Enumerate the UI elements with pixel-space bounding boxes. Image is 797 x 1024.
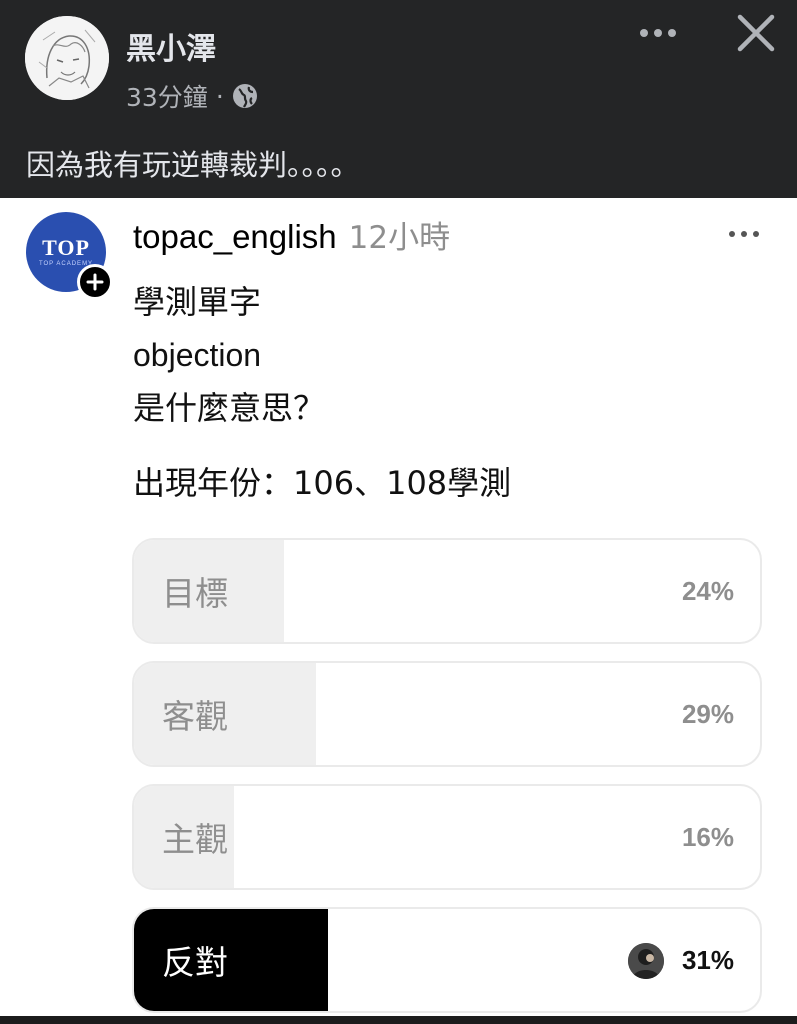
post-meta: 33分鐘 · (126, 80, 258, 112)
post-author-name[interactable]: 黑小澤 (126, 24, 216, 68)
author-avatar[interactable] (25, 16, 109, 100)
account-username[interactable]: topac_english (133, 218, 337, 256)
voter-avatar (628, 943, 664, 979)
more-options-icon[interactable] (636, 18, 680, 48)
poll-option-percent: 24% (681, 575, 734, 606)
post-time: 12小時 (348, 220, 451, 256)
poll-option-percent: 31% (681, 944, 734, 975)
caption-line: objection (133, 337, 262, 373)
close-icon[interactable] (735, 12, 777, 54)
post-header: topac_english 12小時 (133, 212, 450, 256)
poll-option[interactable]: 反對 31% (132, 907, 762, 1013)
post-time[interactable]: 33分鐘 (126, 78, 208, 114)
poll-option-label: 主觀 (162, 820, 228, 859)
poll-option[interactable]: 目標 24% (132, 538, 762, 644)
poll-option-label: 反對 (162, 943, 228, 982)
poll-option[interactable]: 客觀 29% (132, 661, 762, 767)
post-caption: 學測單字 objection 是什麼意思？ (133, 276, 325, 435)
plus-icon (86, 273, 104, 291)
poll-option-label: 目標 (162, 574, 228, 613)
bottom-edge-bar (0, 1016, 797, 1024)
facebook-post-header: 黑小澤 33分鐘 · 因為我有玩逆轉裁判。。。。 (0, 0, 797, 198)
poll-option-percent: 29% (681, 698, 734, 729)
user-photo-icon (628, 943, 664, 979)
meta-separator: · (215, 81, 224, 111)
post-more-icon[interactable] (722, 224, 766, 244)
appearance-years: 出現年份：106、108學測 (133, 464, 512, 502)
poll-option-percent: 16% (681, 821, 734, 852)
poll-option-label: 客觀 (162, 697, 228, 736)
globe-icon (232, 84, 257, 108)
sketch-avatar-icon (25, 16, 109, 100)
poll-option[interactable]: 主觀 16% (132, 784, 762, 890)
follow-plus-icon[interactable] (77, 264, 113, 300)
caption-line: 學測單字 (133, 283, 262, 321)
avatar-logo-text: TOP (42, 235, 90, 260)
post-text: 因為我有玩逆轉裁判。。。。 (26, 148, 360, 182)
caption-line: 是什麼意思？ (133, 389, 326, 427)
